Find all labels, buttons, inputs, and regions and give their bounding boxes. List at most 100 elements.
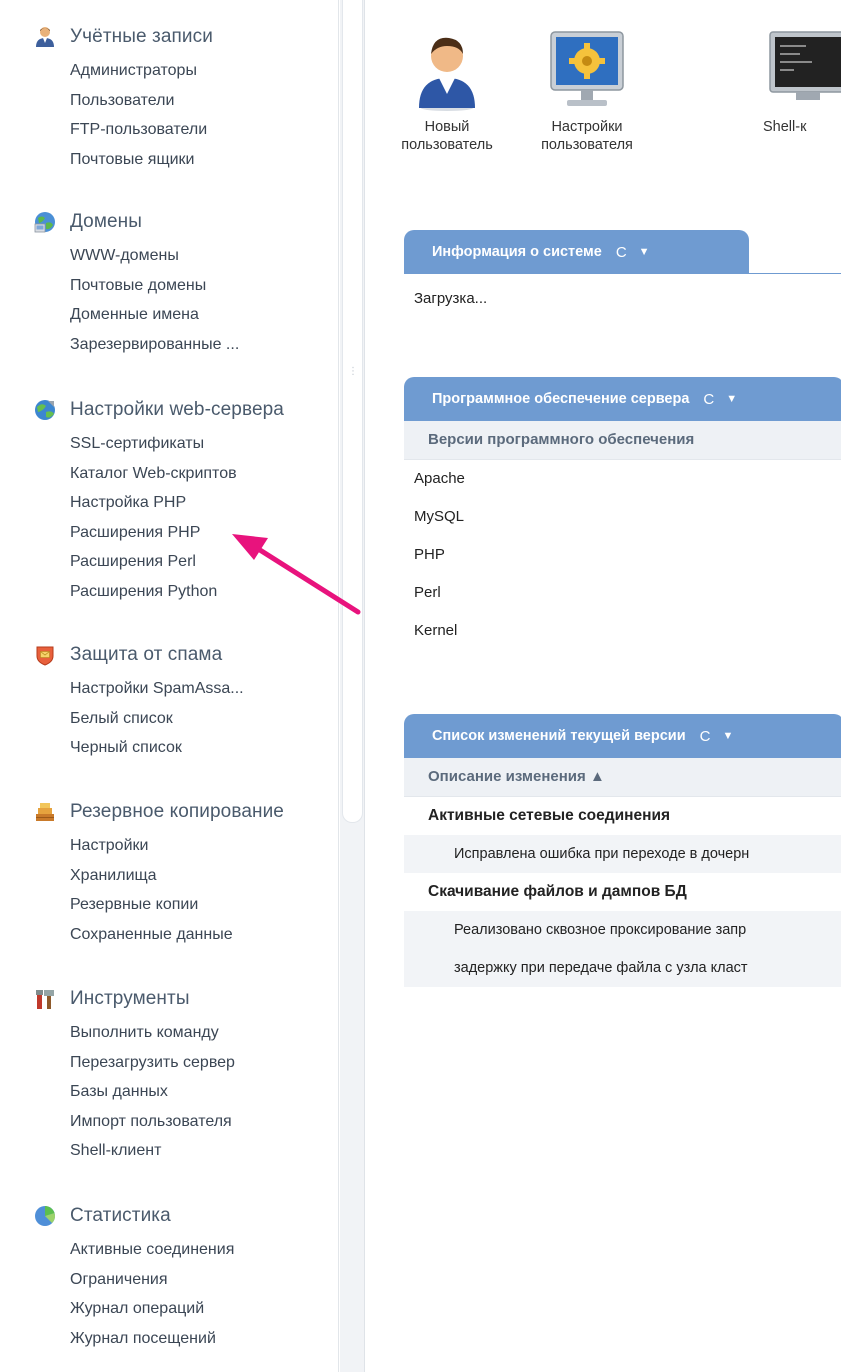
nav-group-header[interactable]: Настройки web-сервера [34,397,284,423]
nav-item-users[interactable]: Пользователи [70,86,213,116]
chevron-down-icon[interactable]: ▼ [722,730,733,742]
pie-chart-icon [35,1206,55,1226]
nav-item-operations-log[interactable]: Журнал операций [70,1294,234,1324]
nav-group-title: Домены [70,211,143,232]
sidebar-nav: Учётные записи Администраторы Пользовате… [0,0,339,1372]
nav-group-domains: Домены WWW-домены Почтовые домены Доменн… [34,209,239,359]
nav-item-databases[interactable]: Базы данных [70,1077,235,1107]
refresh-icon[interactable]: C [616,244,627,261]
nav-group-title: Резервное копирование [70,801,284,822]
globe-icon [34,212,55,233]
nav-group-header[interactable]: Защита от спама [34,642,244,668]
software-row: Kernel [414,622,458,639]
new-user-label-line1: Новый [424,119,470,135]
change-item: Реализовано сквозное проксирование запр [404,911,841,949]
backup-icon [36,803,54,821]
nav-group-tools: Инструменты Выполнить команду Перезагруз… [34,986,235,1166]
settings-monitor-icon [550,31,624,106]
shell-client-button[interactable]: Shell-к [763,28,841,136]
nav-group-title: Учётные записи [70,26,213,47]
nav-item-limits[interactable]: Ограничения [70,1265,234,1295]
software-row: PHP [414,546,445,563]
nav-item-perl-extensions[interactable]: Расширения Perl [70,547,284,577]
nav-group-web-server: Настройки web-сервера SSL-сертификаты Ка… [34,397,284,606]
nav-item-whitelist[interactable]: Белый список [70,704,244,734]
nav-item-python-extensions[interactable]: Расширения Python [70,577,284,607]
server-software-title: Программное обеспечение сервера [432,391,690,407]
user-settings-label-line1: Настройки [551,119,623,135]
nav-item-visits-log[interactable]: Журнал посещений [70,1324,234,1354]
user-settings-label-line2: пользователя [541,137,633,153]
nav-item-shell-client[interactable]: Shell-клиент [70,1136,235,1166]
system-info-panel: Информация о системе C ▼ Загрузка... [404,230,841,324]
change-item: задержку при передаче файла с узла класт [404,949,841,987]
nav-item-backup-settings[interactable]: Настройки [70,831,284,861]
new-user-button[interactable]: Новый пользователь [385,28,509,154]
nav-item-ftp-users[interactable]: FTP-пользователи [70,115,213,145]
terminal-icon [769,31,841,100]
nav-item-ssl-certificates[interactable]: SSL-сертификаты [70,429,284,459]
new-user-icon [419,37,475,111]
server-software-panel: Программное обеспечение сервера C ▼ Верс… [404,377,841,650]
nav-item-import-user[interactable]: Импорт пользователя [70,1107,235,1137]
software-row: Apache [414,470,465,487]
nav-item-backups[interactable]: Резервные копии [70,890,284,920]
tools-icon [36,990,54,1009]
software-versions-header[interactable]: Версии программного обеспечения [404,421,841,460]
main-content: Новый пользователь Настройки пользовател… [365,0,841,1372]
nav-group-backup: Резервное копирование Настройки Хранилищ… [34,799,284,949]
nav-item-web-scripts[interactable]: Каталог Web-скриптов [70,459,284,489]
nav-item-mailboxes[interactable]: Почтовые ящики [70,145,213,175]
nav-item-reboot-server[interactable]: Перезагрузить сервер [70,1048,235,1078]
nav-item-reserved[interactable]: Зарезервированные ... [70,330,239,360]
nav-group-header[interactable]: Инструменты [34,986,235,1012]
nav-item-php-settings[interactable]: Настройка PHP [70,488,284,518]
shield-icon [36,646,54,666]
change-item: Исправлена ошибка при переходе в дочерн [404,835,841,873]
resize-grip-icon[interactable]: ⋮ [348,367,358,384]
changelog-panel: Список изменений текущей версии C ▼ Опис… [404,714,841,987]
change-description-header[interactable]: Описание изменения ▲ [404,758,841,797]
nav-item-saved-data[interactable]: Сохраненные данные [70,920,284,950]
chevron-down-icon[interactable]: ▼ [726,393,737,405]
nav-group-title: Защита от спама [70,644,223,665]
shell-client-label: Shell-к [763,119,807,135]
changelog-title: Список изменений текущей версии [432,728,686,744]
nav-group-accounts: Учётные записи Администраторы Пользовате… [34,24,213,174]
nav-item-www-domains[interactable]: WWW-домены [70,241,239,271]
software-row: Perl [414,584,441,601]
nav-group-header[interactable]: Учётные записи [34,24,213,50]
nav-item-blacklist[interactable]: Черный список [70,733,244,763]
nav-group-statistics: Статистика Активные соединения Ограничен… [34,1203,234,1353]
nav-group-header[interactable]: Статистика [34,1203,234,1229]
nav-item-administrators[interactable]: Администраторы [70,56,213,86]
nav-group-spam: Защита от спама Настройки SpamAssa... Бе… [34,642,244,763]
software-row: MySQL [414,508,465,525]
nav-group-header[interactable]: Домены [34,209,239,235]
system-info-status: Загрузка... [414,290,488,307]
nav-item-mail-domains[interactable]: Почтовые домены [70,271,239,301]
server-software-tab[interactable]: Программное обеспечение сервера C ▼ [404,377,841,421]
nav-item-active-connections[interactable]: Активные соединения [70,1235,234,1265]
nav-group-header[interactable]: Резервное копирование [34,799,284,825]
system-info-title: Информация о системе [432,244,602,260]
changelog-tab[interactable]: Список изменений текущей версии C ▼ [404,714,841,758]
nav-item-domain-names[interactable]: Доменные имена [70,300,239,330]
nav-item-run-command[interactable]: Выполнить команду [70,1018,235,1048]
nav-item-php-extensions[interactable]: Расширения PHP [70,518,284,548]
change-group-title: Скачивание файлов и дампов БД [404,873,841,911]
change-group-title: Активные сетевые соединения [404,797,841,835]
sidebar-resize-divider[interactable]: ⋮ [340,0,365,1372]
users-icon [36,27,54,47]
nav-group-title: Настройки web-сервера [70,399,284,420]
sidebar-scrollbar-thumb[interactable] [342,0,363,823]
nav-item-spamassassin[interactable]: Настройки SpamAssa... [70,674,244,704]
refresh-icon[interactable]: C [700,728,711,745]
user-settings-button[interactable]: Настройки пользователя [525,28,649,154]
nav-item-storages[interactable]: Хранилища [70,861,284,891]
nav-group-title: Статистика [70,1205,171,1226]
refresh-icon[interactable]: C [703,391,714,408]
chevron-down-icon[interactable]: ▼ [639,246,650,258]
web-server-icon [35,400,55,420]
system-info-tab[interactable]: Информация о системе C ▼ [404,230,749,274]
